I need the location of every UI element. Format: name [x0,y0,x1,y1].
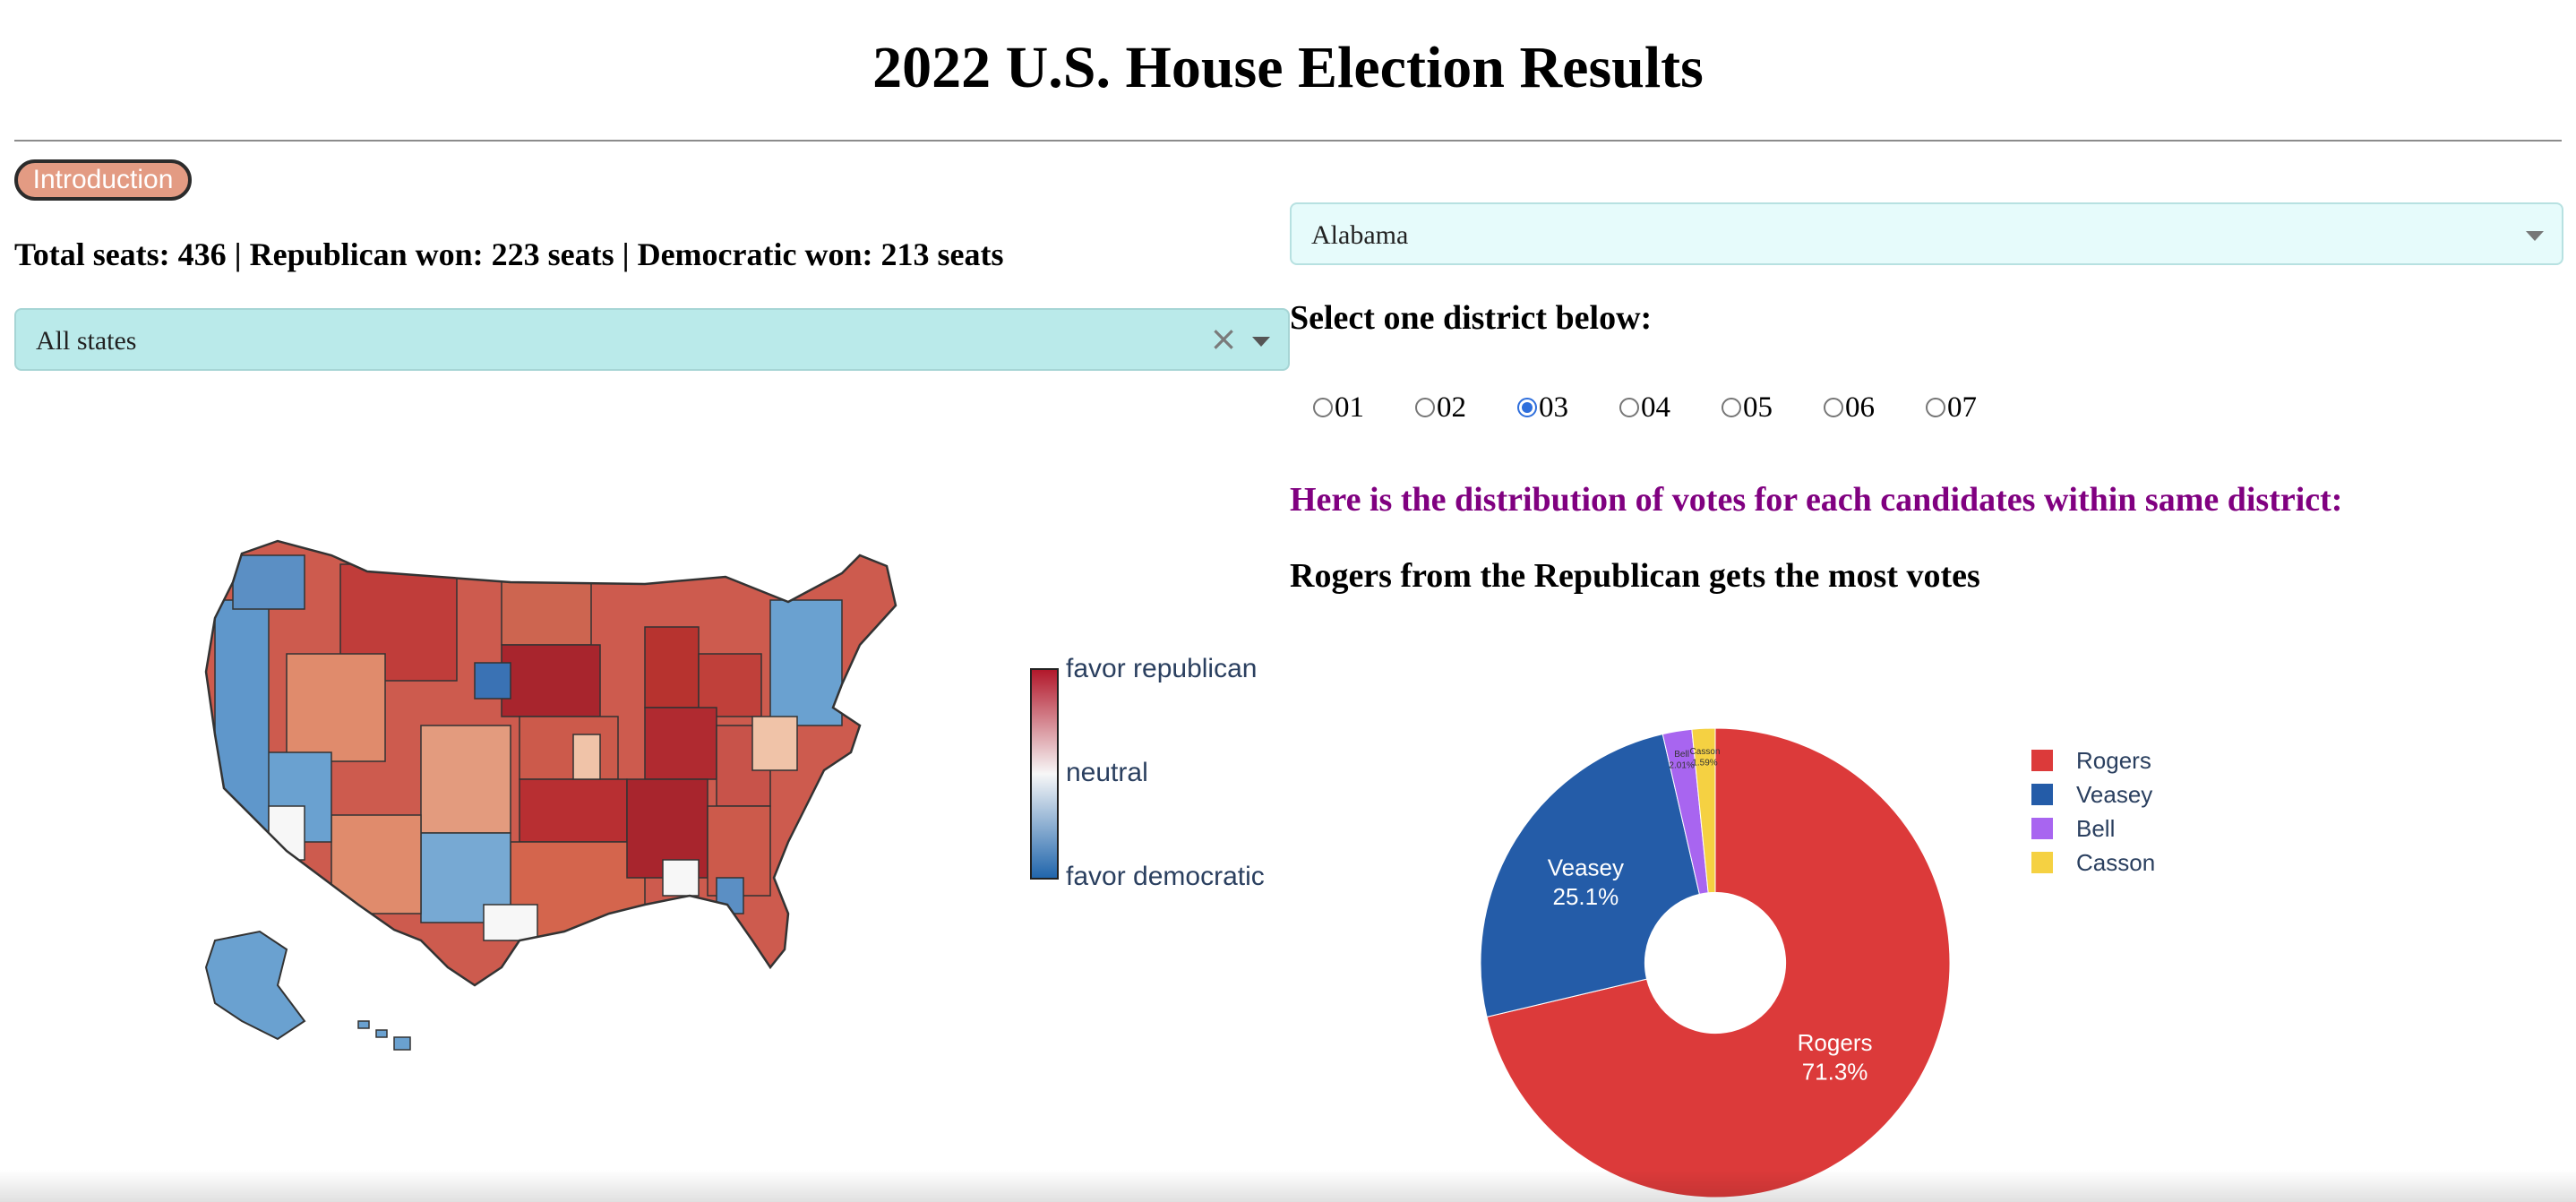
pie-legend: Rogers Veasey Bell Casson [2031,743,2155,880]
district-radio-06[interactable]: 06 [1824,385,1926,430]
radio-label: 03 [1539,391,1568,424]
state-filter-dropdown[interactable]: All states × [14,308,1290,371]
radio-circle[interactable] [1824,398,1843,417]
alaska-shape [204,930,306,1041]
colorbar-label-republican: favor republican [1066,654,1258,683]
slice-name-label: Rogers [1798,1029,1873,1056]
radio-label: 04 [1641,391,1670,424]
colorbar [1030,668,1059,880]
legend-item-bell[interactable]: Bell [2031,811,2155,846]
legend-label: Casson [2076,848,2156,876]
legend-label: Rogers [2076,746,2151,774]
radio-circle[interactable] [1926,398,1945,417]
state-filter-value: All states [36,326,137,356]
radio-circle[interactable] [1415,398,1435,417]
district-heading: Select one district below: [1290,299,1653,337]
legend-swatch [2031,784,2053,805]
district-radio-05[interactable]: 05 [1722,385,1824,430]
district-choropleth-map[interactable] [179,519,985,1057]
chevron-down-icon[interactable] [1252,337,1270,347]
radio-circle[interactable] [1517,398,1537,417]
district-radio-group: 01 02 03 04 05 06 07 [1313,385,2028,430]
legend-label: Bell [2076,814,2116,842]
bottom-shadow [0,1170,2576,1202]
district-radio-02[interactable]: 02 [1415,385,1517,430]
colorbar-label-democratic: favor democratic [1066,862,1265,891]
title-divider [14,140,2562,142]
radio-circle[interactable] [1722,398,1741,417]
radio-circle[interactable] [1313,398,1333,417]
district-radio-07[interactable]: 07 [1926,385,2028,430]
slice-name-label: Casson [1690,747,1721,757]
radio-label: 01 [1335,391,1364,424]
slice-name-label: Bell [1674,750,1689,760]
map-states [206,541,896,985]
legend-swatch [2031,852,2053,873]
slice-value-label: 71.3% [1802,1058,1868,1085]
state-select-value: Alabama [1311,220,1409,250]
distribution-heading: Here is the distribution of votes for ea… [1290,481,2343,519]
slice-value-label: 25.1% [1552,883,1619,910]
radio-label: 07 [1947,391,1977,424]
slice-value-label: 2.01% [1669,760,1694,770]
legend-item-veasey[interactable]: Veasey [2031,777,2155,811]
radio-label: 06 [1845,391,1875,424]
colorbar-label-neutral: neutral [1066,758,1148,787]
district-radio-04[interactable]: 04 [1619,385,1722,430]
slice-name-label: Veasey [1548,854,1624,880]
clear-icon[interactable]: × [1209,319,1238,358]
radio-label: 05 [1743,391,1773,424]
legend-item-rogers[interactable]: Rogers [2031,743,2155,777]
legend-label: Veasey [2076,780,2153,808]
hawaii-shapes [357,1020,411,1051]
legend-swatch [2031,818,2053,839]
winner-text: Rogers from the Republican gets the most… [1290,557,1980,595]
page-title: 2022 U.S. House Election Results [872,35,1704,100]
district-radio-03[interactable]: 03 [1517,385,1619,430]
chevron-down-icon[interactable] [2526,231,2544,241]
radio-label: 02 [1437,391,1466,424]
seat-summary: Total seats: 436 | Republican won: 223 s… [14,236,1004,272]
legend-item-casson[interactable]: Casson [2031,846,2155,880]
legend-swatch [2031,750,2053,771]
state-select-dropdown[interactable]: Alabama [1290,202,2563,265]
district-radio-01[interactable]: 01 [1313,385,1415,430]
introduction-button[interactable]: Introduction [14,159,192,201]
slice-value-label: 1.59% [1692,758,1717,768]
vote-distribution-pie-chart[interactable]: Rogers71.3% Veasey 25.1% Bell2.01% Casson1.5… [1469,725,1971,1202]
radio-circle[interactable] [1619,398,1639,417]
